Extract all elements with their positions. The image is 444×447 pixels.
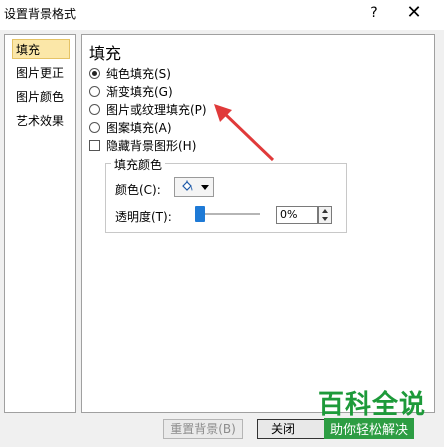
transparency-slider-thumb[interactable] (195, 206, 205, 222)
transparency-slider-track[interactable] (200, 213, 260, 215)
nav-item-picture-color[interactable]: 图片颜色 (13, 87, 71, 107)
radio-button[interactable] (89, 122, 100, 133)
transparency-input[interactable]: 0% (276, 206, 318, 224)
spin-up-icon[interactable] (322, 209, 328, 213)
option-label: 纯色填充(S) (106, 67, 171, 81)
transparency-spinner[interactable] (318, 206, 332, 224)
color-picker-button[interactable] (174, 177, 214, 197)
radio-button[interactable] (89, 86, 100, 97)
nav-item-label: 图片更正 (16, 66, 65, 80)
close-window-button[interactable]: ✕ (402, 3, 426, 23)
annotation-arrow-icon (214, 104, 275, 162)
nav-item-artistic-effects[interactable]: 艺术效果 (13, 111, 71, 131)
group-legend: 填充颜色 (111, 156, 166, 173)
option-label: 隐藏背景图形(H) (106, 139, 197, 153)
help-button[interactable]: ? (364, 3, 384, 23)
option-label: 渐变填充(G) (106, 85, 173, 99)
radio-button[interactable] (89, 104, 100, 115)
window-title: 设置背景格式 (4, 7, 77, 21)
transparency-label: 透明度(T): (115, 210, 172, 224)
spin-down-icon[interactable] (322, 217, 328, 221)
option-label: 图片或纹理填充(P) (106, 103, 207, 117)
panel-heading: 填充 (89, 44, 122, 63)
chevron-down-icon (201, 185, 209, 190)
checkbox[interactable] (89, 140, 100, 151)
category-nav: 填充 图片更正 图片颜色 艺术效果 (4, 34, 76, 413)
radio-button[interactable] (89, 68, 100, 79)
watermark-title: 百科全说 (318, 390, 427, 420)
nav-item-picture-corrections[interactable]: 图片更正 (13, 63, 71, 83)
option-label: 图案填充(A) (106, 121, 172, 135)
reset-background-button[interactable]: 重置背景(B) (163, 419, 243, 439)
paint-bucket-icon (182, 180, 193, 191)
watermark-subtitle: 助你轻松解决 (324, 418, 415, 439)
nav-item-label: 填充 (16, 43, 41, 57)
nav-item-label: 艺术效果 (16, 114, 65, 128)
nav-item-fill[interactable]: 填充 (12, 39, 70, 59)
nav-item-label: 图片颜色 (16, 90, 65, 104)
color-label: 颜色(C): (115, 183, 161, 197)
